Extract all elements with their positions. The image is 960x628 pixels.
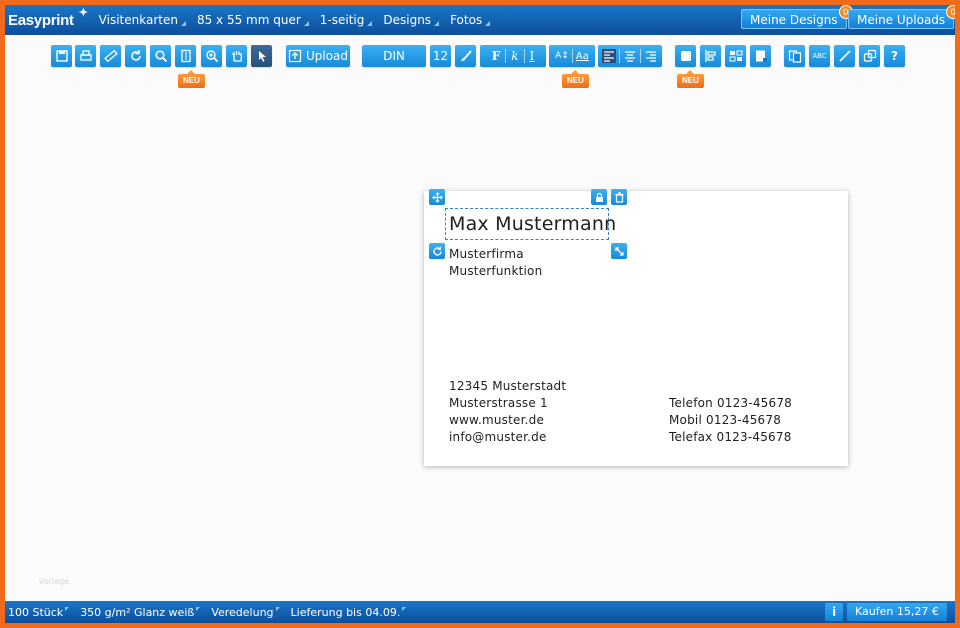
app-logo[interactable]: Easyprint ✦ [8,7,88,29]
editor-frame: Easyprint ✦ Visitenkarten 85 x 55 mm quer… [5,5,955,623]
rotate-button[interactable] [125,45,146,67]
rotate-small-icon [432,246,442,256]
card-email[interactable]: info@muster.de [449,430,547,444]
distribute-button[interactable] [725,45,746,67]
new-badge-text-case: NEU [562,70,589,88]
quantity-select[interactable]: 100 Stück [8,606,69,619]
ruler-icon [103,49,118,63]
select-pointer-button[interactable] [251,45,272,67]
move-handle[interactable] [429,189,445,205]
lock-icon [595,192,603,202]
text-case-button[interactable]: Aa [576,51,589,62]
ruler-button[interactable] [100,45,121,67]
top-navigation-bar: Easyprint ✦ Visitenkarten 85 x 55 mm quer… [5,5,955,35]
font-size-adjust-button[interactable]: A↕ [555,51,569,61]
menu-photos[interactable]: Fotos [450,13,491,27]
move-icon [431,191,443,203]
new-badge-shape: NEU [677,70,704,88]
business-card-canvas[interactable]: Max Mustermann Musterfirma Musterfunktio… [424,189,848,466]
resize-icon [614,246,624,256]
print-icon [79,50,92,61]
page-view-button[interactable] [175,45,196,67]
zoom-in-icon [205,50,218,63]
cursor-arrow-icon [258,51,266,62]
pan-hand-button[interactable] [226,45,247,67]
text-color-button[interactable] [455,45,476,67]
align-objects-icon [704,50,716,62]
order-options-bar: 100 Stück 350 g/m² Glanz weiß Veredelung… [5,601,955,623]
hand-icon [231,51,242,62]
card-fax[interactable]: Telefax 0123-45678 [669,430,792,444]
search-button[interactable] [150,45,171,67]
save-button[interactable] [51,45,72,67]
rotate-handle[interactable] [429,243,445,259]
page-icon [180,49,191,63]
font-family-select[interactable]: DIN [362,45,426,67]
bird-icon: ✦ [78,6,88,19]
new-badge-page-view: NEU [178,70,205,88]
text-case-group: A↕ Aa [549,45,595,67]
shape-button[interactable] [675,45,696,67]
upload-icon [288,49,302,63]
line-tool-button[interactable] [834,45,855,67]
copy-button[interactable] [784,45,805,67]
save-icon [55,50,68,62]
delete-handle[interactable] [611,189,627,205]
underline-button[interactable]: I [530,49,535,63]
card-function[interactable]: Musterfunktion [449,264,542,278]
menu-designs[interactable]: Designs [383,13,439,27]
watermark-text: vorlage [39,577,70,586]
menu-product[interactable]: Visitenkarten [99,13,187,27]
card-phone[interactable]: Telefon 0123-45678 [669,396,792,410]
print-button[interactable] [75,45,96,67]
align-objects-button[interactable] [700,45,721,67]
my-uploads-button[interactable]: Meine Uploads 0 [848,5,955,29]
rotate-icon [130,50,141,61]
italic-button[interactable]: k [511,49,518,63]
card-address-city[interactable]: 12345 Musterstadt [449,379,566,393]
align-left-icon[interactable] [602,49,616,63]
info-button[interactable]: i [825,603,843,621]
delivery-select[interactable]: Lieferung bis 04.09. [291,606,407,619]
align-center-icon[interactable] [623,49,637,63]
card-name[interactable]: Max Mustermann [449,213,616,235]
alignment-group [598,45,662,67]
card-website[interactable]: www.muster.de [449,413,544,427]
duplicate-button[interactable] [859,45,880,67]
menu-sides[interactable]: 1-seitig [320,13,373,27]
brush-icon [460,50,472,62]
help-button[interactable]: ? [884,45,905,67]
shape-icon [680,51,691,61]
upload-button[interactable]: Upload [286,45,350,67]
trash-icon [615,191,623,203]
spellcheck-button[interactable]: ABC [809,45,830,67]
align-right-icon[interactable] [644,49,658,63]
line-icon [838,50,851,62]
card-company[interactable]: Musterfirma [449,247,524,261]
layer-icon [755,50,767,62]
buy-button[interactable]: Kaufen 15,27 € [847,603,947,621]
copy-icon [788,50,801,63]
menu-format[interactable]: 85 x 55 mm quer [197,13,309,27]
card-mobile[interactable]: Mobil 0123-45678 [669,413,781,427]
resize-handle[interactable] [611,243,627,259]
layer-button[interactable] [750,45,771,67]
zoom-in-button[interactable] [201,45,222,67]
distribute-icon [729,50,742,62]
card-address-street[interactable]: Musterstrasse 1 [449,396,548,410]
finishing-select[interactable]: Veredelung [211,606,279,619]
paper-select[interactable]: 350 g/m² Glanz weiß [80,606,200,619]
my-designs-button[interactable]: Meine Designs 0 [741,5,853,29]
font-size-select[interactable]: 12 [430,45,451,67]
bold-button[interactable]: F [492,49,501,63]
selected-name-textbox[interactable]: Max Mustermann [445,208,616,240]
magnifier-icon [154,50,167,63]
duplicate-icon [863,49,876,62]
uploads-count-badge: 0 [946,5,955,19]
lock-handle[interactable] [591,189,607,205]
text-style-group: F k I [480,45,546,67]
